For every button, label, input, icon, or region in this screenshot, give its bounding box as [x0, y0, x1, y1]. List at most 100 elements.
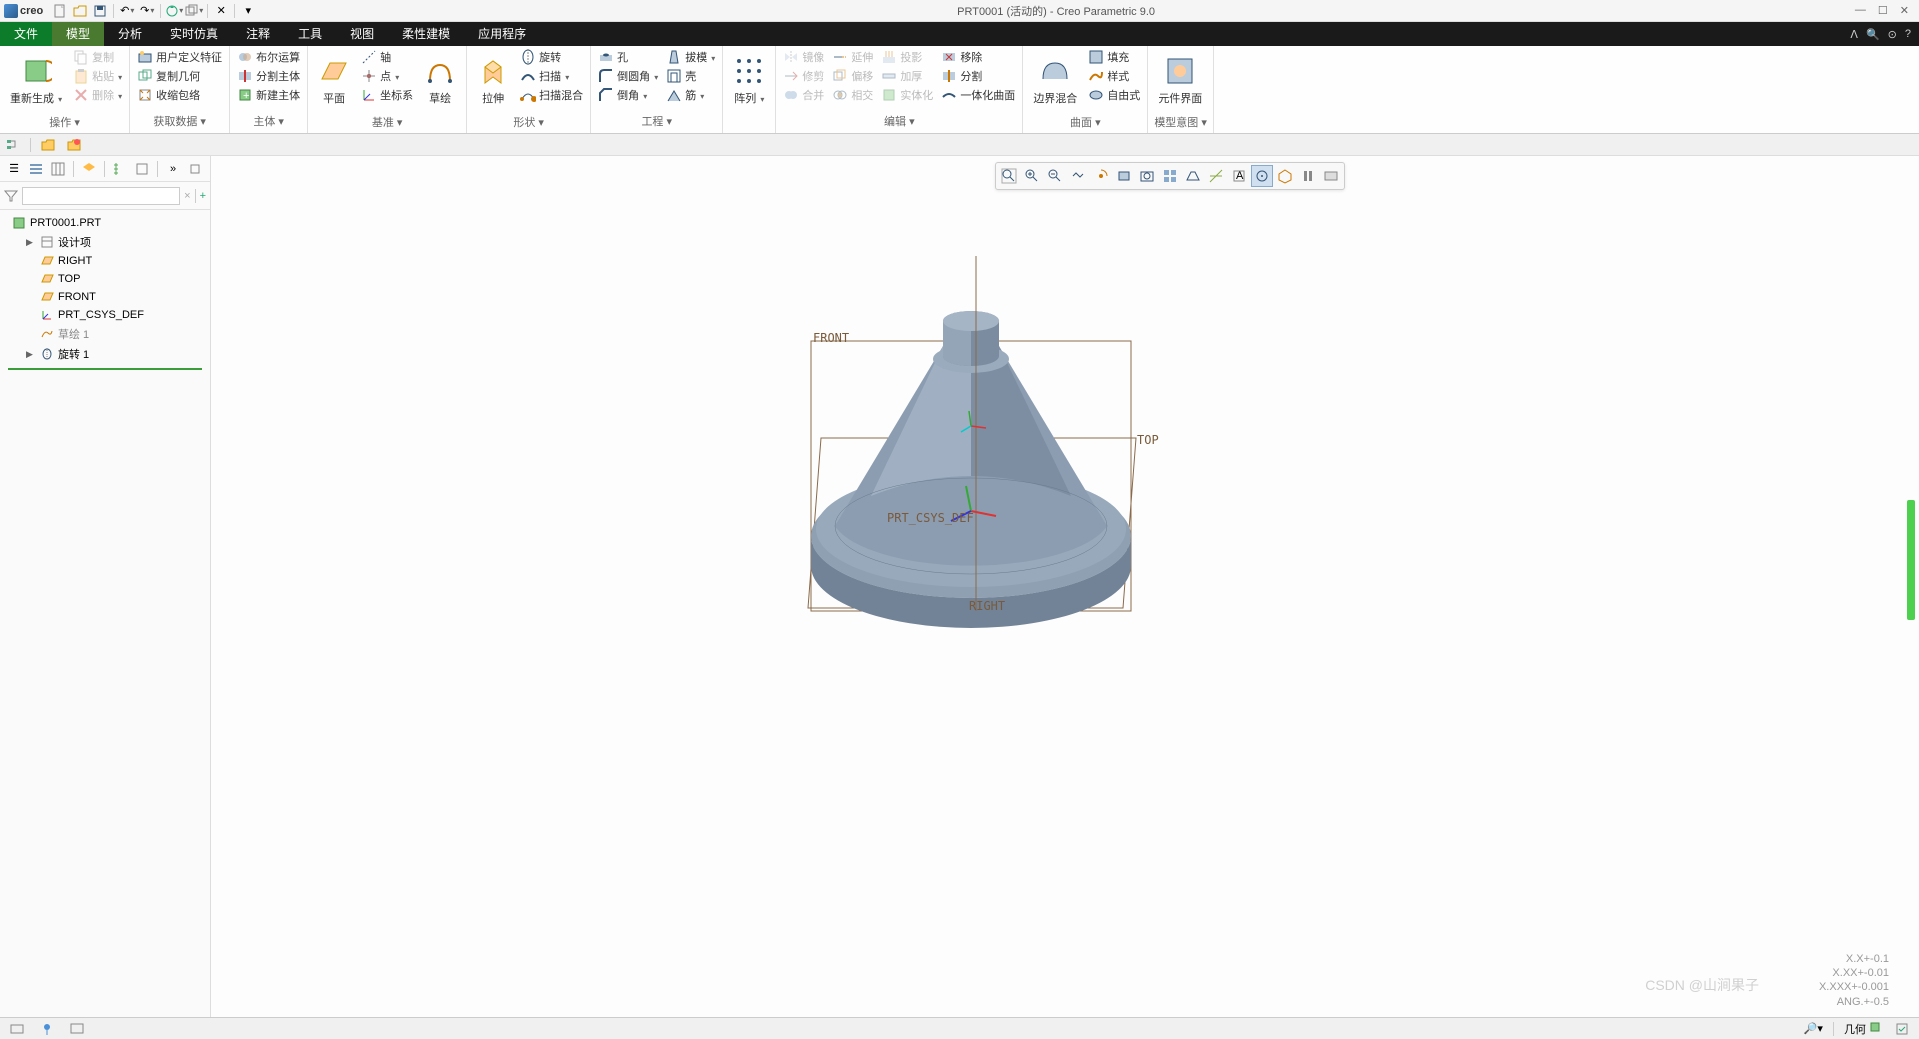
tree-item-设计项[interactable]: ▶设计项	[0, 232, 210, 252]
tab-analysis[interactable]: 分析	[104, 22, 156, 46]
filter-icon[interactable]	[4, 189, 18, 203]
tree-item-PRT_CSYS_DEF[interactable]: PRT_CSYS_DEF	[0, 306, 210, 324]
spin-center-icon[interactable]	[1090, 165, 1112, 187]
annotations-icon[interactable]: A	[1228, 165, 1250, 187]
ribbon-group-label[interactable]: 曲面 ▾	[1027, 112, 1143, 132]
qat-customize-icon[interactable]: ▾	[239, 2, 257, 20]
ribbon-group-label[interactable]: 操作 ▾	[4, 112, 125, 132]
save-icon[interactable]	[91, 2, 109, 20]
tab-simulation[interactable]: 实时仿真	[156, 22, 232, 46]
view-manager-icon[interactable]	[1159, 165, 1181, 187]
tree-item-草绘-1[interactable]: 草绘 1	[0, 324, 210, 344]
ribbon-point-button[interactable]: 点 ▾	[358, 67, 416, 85]
ribbon-sweepblend-button[interactable]: 扫描混合	[517, 86, 586, 104]
ribbon-extrude-button[interactable]: 拉伸	[471, 48, 515, 112]
ribbon-group-label[interactable]: 形状 ▾	[471, 112, 586, 132]
ribbon-group-label[interactable]: 主体 ▾	[234, 111, 303, 131]
tree-item-FRONT[interactable]: FRONT	[0, 288, 210, 306]
ribbon-copygeom-button[interactable]: 复制几何	[134, 67, 225, 85]
ribbon-freeform-button[interactable]: 自由式	[1085, 86, 1143, 104]
tree-more-icon[interactable]: »	[163, 159, 183, 179]
search-commands-icon[interactable]: 🔍	[1866, 28, 1880, 41]
ribbon-group-label[interactable]: 获取数据 ▾	[134, 111, 225, 131]
tree-item-旋转-1[interactable]: ▶旋转 1	[0, 344, 210, 364]
section-icon[interactable]	[1320, 165, 1342, 187]
filter-add-icon[interactable]: +	[200, 190, 206, 202]
tree-settings-icon[interactable]	[185, 159, 205, 179]
windows-icon[interactable]: ▾	[185, 2, 203, 20]
tree-list-icon[interactable]: ☰	[4, 159, 24, 179]
ribbon-onesurf-button[interactable]: 一体化曲面	[938, 86, 1018, 104]
filter-clear-icon[interactable]: ×	[184, 190, 190, 202]
display-style-icon[interactable]	[1113, 165, 1135, 187]
ribbon-sketch-button[interactable]: 草绘	[418, 48, 462, 112]
ribbon-group-label[interactable]: 基准 ▾	[312, 112, 462, 132]
status-screen-icon[interactable]	[66, 1021, 88, 1037]
ribbon-fill-button[interactable]: 填充	[1085, 48, 1143, 66]
tree-detail-icon[interactable]	[26, 159, 46, 179]
ribbon-draft-button[interactable]: 拔模 ▾	[663, 48, 718, 66]
ribbon-round-button[interactable]: 倒圆角 ▾	[595, 67, 661, 85]
tree-filter-input[interactable]	[22, 187, 180, 205]
refit-icon[interactable]	[998, 165, 1020, 187]
tree-columns-icon[interactable]	[48, 159, 68, 179]
tab-annotate[interactable]: 注释	[232, 22, 284, 46]
ribbon-axis-button[interactable]: 轴	[358, 48, 416, 66]
spin-icon[interactable]	[1251, 165, 1273, 187]
render-icon[interactable]	[1274, 165, 1296, 187]
ribbon-plane-button[interactable]: 平面	[312, 48, 356, 112]
regen-icon[interactable]: ▾	[165, 2, 183, 20]
ribbon-newbody-button[interactable]: +新建主体	[234, 86, 303, 104]
selection-filter[interactable]: 几何	[1840, 1020, 1885, 1038]
graphics-canvas[interactable]: A	[211, 156, 1919, 1017]
datum-display-icon[interactable]	[1205, 165, 1227, 187]
find-icon[interactable]: 🔎▾	[1800, 1021, 1827, 1036]
selection-options-icon[interactable]	[1891, 1021, 1913, 1037]
tab-model[interactable]: 模型	[52, 22, 104, 46]
ribbon-regen-button[interactable]: 重新生成 ▾	[4, 48, 68, 112]
ribbon-shell-button[interactable]: 壳	[663, 67, 718, 85]
favorites-icon[interactable]	[65, 136, 83, 154]
zoom-in-icon[interactable]	[1021, 165, 1043, 187]
ribbon-revolve-button[interactable]: 旋转	[517, 48, 586, 66]
close-window-icon[interactable]: ✕	[212, 2, 230, 20]
tab-applications[interactable]: 应用程序	[464, 22, 540, 46]
ribbon-hole-button[interactable]: 孔	[595, 48, 661, 66]
repaint-icon[interactable]	[1067, 165, 1089, 187]
ribbon-boundary-button[interactable]: 边界混合	[1027, 48, 1083, 112]
folder-browser-icon[interactable]	[39, 136, 57, 154]
tree-item-TOP[interactable]: TOP	[0, 270, 210, 288]
pause-icon[interactable]	[1297, 165, 1319, 187]
tree-collapse-icon[interactable]	[132, 159, 152, 179]
ribbon-bool-button[interactable]: 布尔运算	[234, 48, 303, 66]
ribbon-group-label[interactable]: 模型意图 ▾	[1152, 112, 1209, 132]
ribbon-remove-button[interactable]: 移除	[938, 48, 1018, 66]
help-icon[interactable]: ?	[1905, 28, 1911, 40]
tree-item-RIGHT[interactable]: RIGHT	[0, 252, 210, 270]
undo-icon[interactable]: ↶▾	[118, 2, 136, 20]
tab-file[interactable]: 文件	[0, 22, 52, 46]
tree-insert-marker[interactable]	[8, 368, 202, 370]
expand-icon[interactable]: ▶	[26, 237, 36, 248]
model-tree-icon[interactable]	[4, 136, 22, 154]
ribbon-group-label[interactable]: 编辑 ▾	[780, 111, 1018, 131]
tree-root[interactable]: PRT0001.PRT	[0, 214, 210, 232]
new-file-icon[interactable]	[51, 2, 69, 20]
maximize-icon[interactable]: ☐	[1878, 4, 1888, 17]
ribbon-compsurf-button[interactable]: 元件界面	[1152, 48, 1208, 112]
ribbon-split-button[interactable]: 分割主体	[234, 67, 303, 85]
ribbon-group-label[interactable]: 工程 ▾	[595, 111, 718, 131]
tab-tools[interactable]: 工具	[284, 22, 336, 46]
minimize-icon[interactable]: —	[1855, 4, 1866, 17]
ribbon-sweep-button[interactable]: 扫描 ▾	[517, 67, 586, 85]
collapse-ribbon-icon[interactable]: ᐱ	[1850, 28, 1858, 41]
learn-icon[interactable]: ⊙	[1888, 28, 1897, 41]
redo-icon[interactable]: ↷▾	[138, 2, 156, 20]
tree-layers-icon[interactable]	[79, 159, 99, 179]
status-msg-icon[interactable]	[6, 1021, 28, 1037]
open-file-icon[interactable]	[71, 2, 89, 20]
ribbon-divide-button[interactable]: 分割	[938, 67, 1018, 85]
ribbon-udf-button[interactable]: 用户定义特征	[134, 48, 225, 66]
zoom-out-icon[interactable]	[1044, 165, 1066, 187]
ribbon-shrink-button[interactable]: 收缩包络	[134, 86, 225, 104]
